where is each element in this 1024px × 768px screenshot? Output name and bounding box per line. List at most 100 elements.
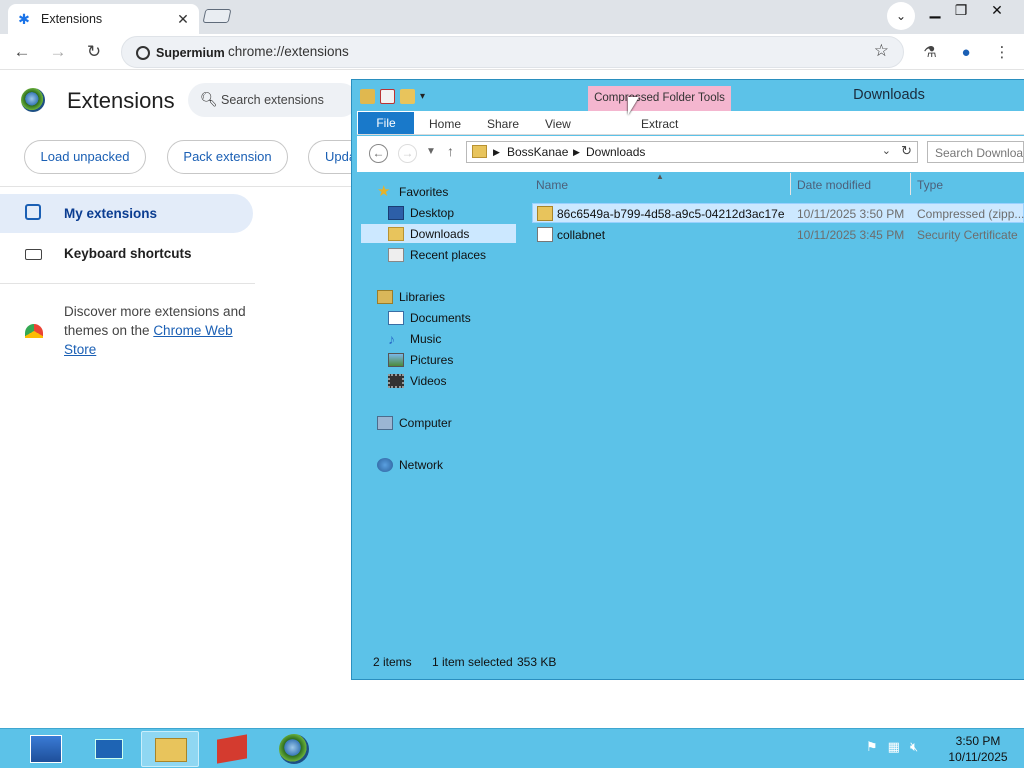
clock-date: 10/11/2025	[948, 750, 1008, 764]
network-tray-icon[interactable]: ▦	[888, 739, 900, 755]
column-header-date-modified[interactable]: Date modified	[797, 178, 871, 192]
close-window-button[interactable]: ✕	[980, 0, 1014, 20]
flag-icon[interactable]: ⚑	[866, 739, 878, 755]
puzzle-icon: ✱	[18, 11, 30, 27]
nav-downloads[interactable]: Downloads	[361, 224, 516, 243]
reload-button[interactable]: ↻	[82, 41, 106, 63]
file-row[interactable]: collabnet 10/11/2025 3:45 PM Security Ce…	[533, 225, 1024, 245]
tab-home[interactable]: Home	[429, 117, 461, 131]
url-text[interactable]: chrome://extensions	[228, 44, 349, 59]
zip-folder-icon	[537, 206, 553, 221]
tab-extract[interactable]: Extract	[641, 117, 678, 131]
arrow-right-icon: →	[49, 42, 67, 61]
file-explorer-button[interactable]	[141, 731, 199, 767]
powershell-icon	[95, 739, 123, 759]
volume-muted-icon[interactable]: 🔇︎	[910, 739, 918, 755]
file-type: Security Certificate	[917, 228, 1018, 242]
breadcrumb-downloads[interactable]: Downloads	[586, 145, 645, 159]
app-button[interactable]	[203, 731, 261, 767]
nav-desktop[interactable]: Desktop	[388, 203, 454, 222]
clock[interactable]: 3:50 PM 10/11/2025	[940, 733, 1016, 765]
tab-view[interactable]: View	[545, 117, 571, 131]
recent-places-icon	[388, 247, 404, 262]
status-bar: 2 items 1 item selected 353 KB	[357, 652, 1024, 674]
column-divider[interactable]	[790, 173, 791, 195]
profile-avatar-icon[interactable]: ●	[953, 40, 979, 66]
arrow-left-icon: ←	[13, 42, 31, 61]
search-extensions-input[interactable]: 🔍︎ Search extensions	[188, 83, 358, 117]
libraries-icon	[377, 289, 393, 304]
address-bar[interactable]: Supermium chrome://extensions ☆	[121, 36, 904, 68]
new-folder-icon[interactable]	[400, 88, 415, 104]
tab-extensions[interactable]: ✱ Extensions ✕	[8, 4, 199, 34]
folder-icon[interactable]	[360, 88, 375, 104]
tab-search-button[interactable]: ⌄	[887, 2, 915, 30]
column-header-type[interactable]: Type	[917, 178, 943, 192]
clock-time: 3:50 PM	[955, 734, 1001, 748]
documents-icon	[388, 310, 404, 325]
nav-recent-places[interactable]: Recent places	[388, 245, 486, 264]
window-title: Downloads	[853, 87, 925, 103]
powershell-button[interactable]	[80, 731, 138, 767]
back-button[interactable]: ←	[369, 144, 388, 163]
pack-extension-button[interactable]: Pack extension	[167, 140, 288, 174]
refresh-icon[interactable]: ↻	[901, 143, 912, 159]
chevron-right-icon: ▶	[493, 147, 500, 157]
new-tab-button[interactable]	[202, 9, 232, 23]
downloads-folder-icon	[388, 226, 404, 241]
nav-music[interactable]: ♪ Music	[388, 329, 441, 348]
properties-icon[interactable]	[380, 88, 395, 104]
breadcrumb-bosskanae[interactable]: BossKanae	[507, 145, 568, 159]
chevron-right-icon: ▶	[573, 147, 580, 157]
recent-locations-dropdown[interactable]: ▼	[426, 146, 436, 157]
search-icon: 🔍︎	[200, 91, 218, 107]
nav-label: Favorites	[399, 184, 449, 199]
item-count: 2 items	[373, 655, 412, 669]
close-tab-icon[interactable]: ✕	[175, 11, 191, 28]
back-button[interactable]: ←	[10, 41, 34, 63]
nav-libraries[interactable]: Libraries	[377, 287, 445, 306]
file-date: 10/11/2025 3:50 PM	[797, 207, 905, 221]
nav-pictures[interactable]: Pictures	[388, 350, 453, 369]
explorer-address-bar[interactable]: ▶ BossKanae ▶ Downloads ⌄ ↻	[466, 141, 918, 163]
arrow-right-icon: →	[401, 146, 414, 160]
server-manager-button[interactable]	[18, 731, 76, 767]
nav-videos[interactable]: Videos	[388, 371, 446, 390]
nav-label: Recent places	[410, 247, 487, 262]
nav-documents[interactable]: Documents	[388, 308, 471, 327]
discover-text: Discover more extensions and themes on t…	[64, 302, 254, 359]
tab-share[interactable]: Share	[487, 117, 519, 131]
nav-favorites[interactable]: ★ Favorites	[377, 182, 448, 201]
arrow-up-icon: ↑	[447, 143, 454, 159]
labs-flask-icon[interactable]: ⚗	[917, 40, 943, 66]
site-chip-label: Supermium	[156, 46, 225, 60]
nav-label: Downloads	[410, 226, 470, 241]
nav-network[interactable]: Network	[377, 455, 443, 474]
nav-computer[interactable]: Computer	[377, 413, 452, 432]
column-divider[interactable]	[910, 173, 911, 195]
site-chip[interactable]: Supermium	[130, 43, 233, 63]
forward-button[interactable]: →	[46, 41, 70, 63]
nav-label: Computer	[399, 415, 452, 430]
file-type: Compressed (zipp...	[917, 207, 1024, 221]
file-name: collabnet	[557, 228, 606, 242]
quick-access-toolbar: ▾	[360, 88, 425, 104]
up-button[interactable]: ↑	[447, 143, 454, 159]
desktop-icon	[388, 205, 404, 220]
supermium-taskbar-button[interactable]	[265, 731, 323, 767]
load-unpacked-button[interactable]: Load unpacked	[24, 140, 146, 174]
sidebar-item-my-extensions[interactable]: My extensions	[0, 194, 253, 233]
file-explorer-icon	[155, 738, 187, 762]
file-row[interactable]: 86c6549a-b799-4d58-a9c5-04212d3ac17e 10/…	[532, 203, 1024, 223]
forward-button[interactable]: →	[398, 144, 417, 163]
search-downloads-input[interactable]: Search Downloads	[927, 141, 1024, 163]
customize-dropdown-icon[interactable]: ▾	[420, 91, 425, 102]
tab-file[interactable]: File	[358, 112, 414, 134]
column-header-name[interactable]: Name	[536, 178, 568, 192]
chevron-down-icon[interactable]: ⌄	[882, 144, 891, 157]
bookmark-star-icon[interactable]: ☆	[874, 41, 889, 61]
menu-kebab-icon[interactable]: ⋮	[989, 40, 1015, 66]
extensions-icon	[25, 204, 41, 220]
nav-label: Music	[410, 331, 442, 346]
restore-button[interactable]: ❐	[944, 0, 978, 20]
